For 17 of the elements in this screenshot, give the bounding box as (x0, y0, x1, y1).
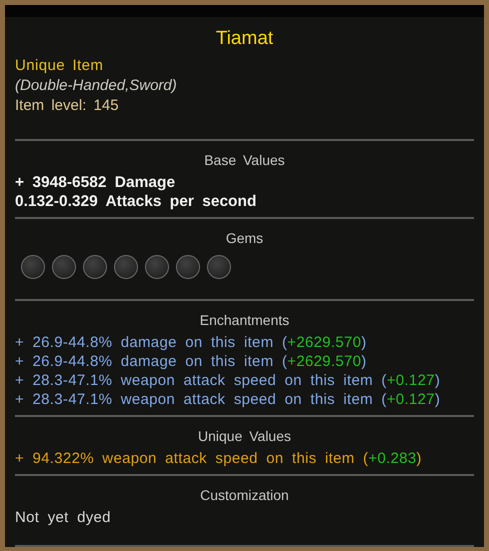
stat-line: + 28.3-47.1% weapon attack speed on this item (+0.127) (15, 390, 440, 409)
section-header: Unique Values (198, 427, 292, 445)
item-type: (Double-Handed,Sword) (15, 76, 177, 96)
stat-line: + 28.3-47.1% weapon attack speed on this item (+0.127) (15, 371, 440, 390)
section-header: Base Values (204, 151, 285, 169)
section-header: Enchantments (200, 311, 290, 329)
stat-line: + 94.322% weapon attack speed on this item (+0.283) (15, 449, 422, 468)
stat-line: Not yet dyed (15, 508, 111, 527)
stat-line: + 26.9-44.8% damage on this item (+2629.570) (15, 352, 367, 371)
item-rarity: Unique Item (15, 56, 104, 76)
stat-line: + 3948-6582 Damage (15, 173, 176, 192)
stat-line: + 26.9-44.8% damage on this item (+2629.570) (15, 333, 367, 352)
section-header: Gems (226, 229, 264, 247)
item-level: Item level: 145 (15, 96, 119, 116)
stat-line: 0.132-0.329 Attacks per second (15, 192, 256, 211)
section-header: Customization (200, 486, 289, 504)
item-title: Tiamat (216, 27, 274, 51)
